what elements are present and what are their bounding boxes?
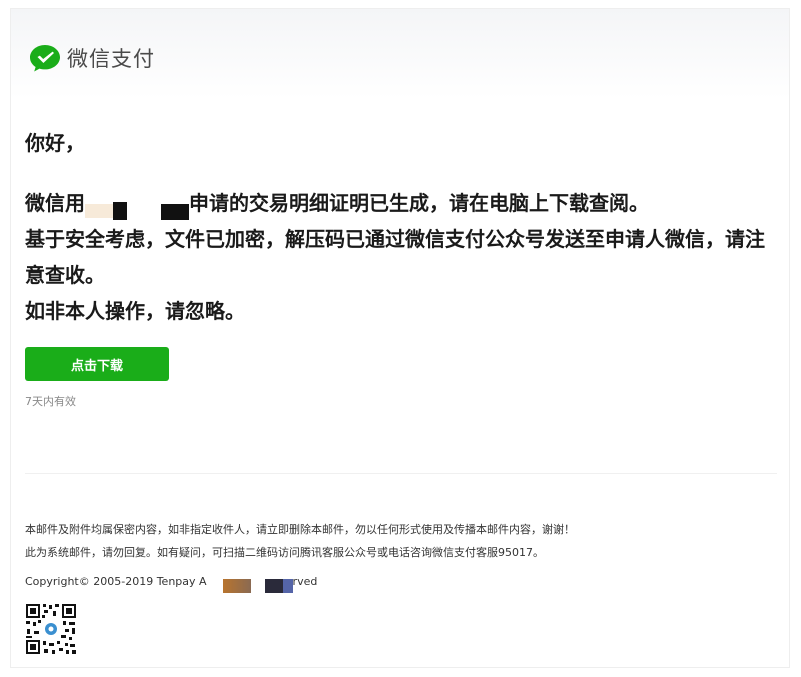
download-button[interactable]: 点击下载 [25,347,169,381]
confidentiality-notice: 本邮件及附件均属保密内容，如非指定收件人，请立即删除本邮件，勿以任何形式使用及传… [25,523,575,536]
message-line-1: 微信用 申请的交易明细证明已生成，请在电脑上下载查阅。 [25,185,777,221]
system-mail-notice: 此为系统邮件，请勿回复。如有疑问，可扫描二维码访问腾讯客服公众号或电话咨询微信支… [25,546,544,559]
message-line-1-prefix: 微信用 [25,191,85,215]
email-card: 微信支付 你好， 微信用 申请的交易明细证明已生成，请在电脑上下载查阅。 基于安… [10,8,790,668]
message-body: 微信用 申请的交易明细证明已生成，请在电脑上下载查阅。 基于安全考虑，文件已加密… [25,185,777,329]
logo-text: 微信支付 [67,47,155,71]
validity-note: 7天内有效 [25,395,76,408]
copyright-prefix: Copyright© 2005-2019 Tenpay A [25,575,207,588]
message-line-1-suffix: 申请的交易明细证明已生成，请在电脑上下载查阅。 [189,191,649,215]
wechat-pay-check-bubble-icon [30,45,60,72]
copyright: Copyright© 2005-2019 Tenpay A rved [25,575,318,593]
redacted-username [85,201,189,220]
qr-code-icon[interactable] [25,603,77,655]
wechat-pay-logo: 微信支付 [29,43,155,73]
copyright-suffix: rved [292,575,318,588]
message-line-2: 基于安全考虑，文件已加密，解压码已通过微信支付公众号发送至申请人微信，请注意查收… [25,227,765,287]
footer-divider [25,473,777,474]
greeting: 你好， [25,131,85,155]
redacted-copyright-text [207,579,293,593]
message-line-3: 如非本人操作，请忽略。 [25,299,245,323]
